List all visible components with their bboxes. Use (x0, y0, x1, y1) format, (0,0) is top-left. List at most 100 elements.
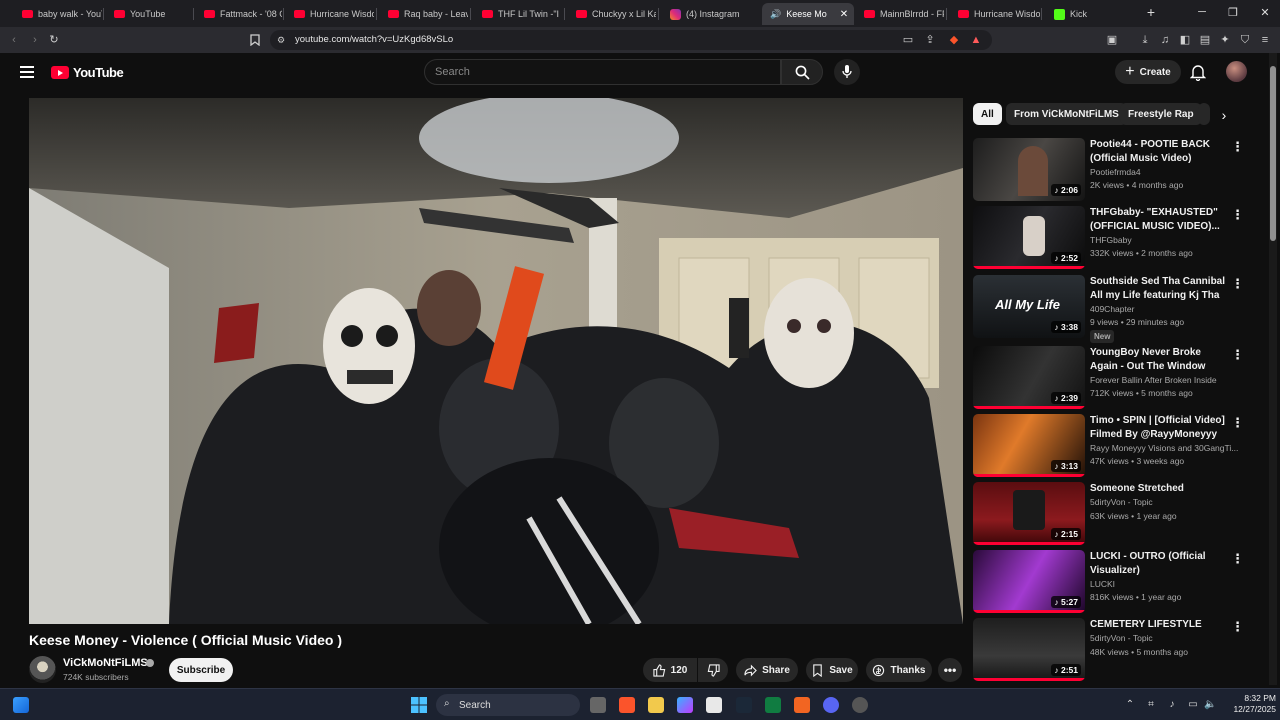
video-thumbnail[interactable]: ♪ 5:27 (973, 550, 1085, 613)
new-tab-button[interactable]: + (1144, 4, 1158, 20)
share-page-icon[interactable]: ⇪ (924, 34, 936, 46)
bookmark-icon[interactable] (249, 34, 261, 47)
chip-partial[interactable] (1198, 103, 1210, 125)
share-button[interactable]: Share (736, 658, 798, 682)
panel-icon[interactable]: ◧ (1179, 34, 1191, 46)
recommended-video[interactable]: ♪ 5:27 LUCKI - OUTRO (Official Visualize… (973, 550, 1253, 614)
microsoft-store-icon[interactable] (706, 697, 722, 713)
recommended-channel[interactable]: 5dirtyVon - Topic (1090, 633, 1242, 643)
browser-tab[interactable]: Kick (1046, 3, 1136, 25)
notifications-bell-icon[interactable] (1189, 63, 1207, 82)
recommended-title[interactable]: LUCKI - OUTRO (Official Visualizer) (1090, 550, 1230, 577)
browser-tab[interactable]: MainnBlrrdd - FF (856, 3, 944, 25)
microphone-tray-icon[interactable]: ♪ (1166, 699, 1178, 711)
video-thumbnail[interactable]: ♪ 2:15 (973, 482, 1085, 545)
music-icon[interactable]: ♫ (1159, 34, 1171, 46)
recommended-title[interactable]: Southside Sed Tha Cannibal All my Life f… (1090, 275, 1230, 302)
recommended-title[interactable]: Pootie44 - POOTIE BACK (Official Music V… (1090, 138, 1230, 165)
recommended-channel[interactable]: 5dirtyVon - Topic (1090, 497, 1242, 507)
dislike-button[interactable] (698, 658, 728, 682)
recommended-video[interactable]: ♪ 2:15 Someone Stretched 5dirtyVon - Top… (973, 482, 1253, 546)
recommended-video[interactable]: ♪ 2:39 YoungBoy Never Broke Again - Out … (973, 346, 1253, 410)
more-vertical-icon[interactable]: ⋮ (1231, 348, 1244, 361)
settings-gear-icon[interactable] (852, 697, 868, 713)
browser-tab-active[interactable]: 🔊 Keese Mo ✕ (762, 3, 854, 25)
recommended-video[interactable]: All My Life ♪ 3:38 Southside Sed Tha Can… (973, 275, 1253, 343)
scrollbar-thumb[interactable] (1270, 66, 1276, 241)
file-explorer-icon[interactable] (648, 697, 664, 713)
subscribe-button[interactable]: Subscribe (169, 658, 233, 682)
tray-overflow-icon[interactable]: ⌃ (1124, 699, 1136, 711)
thanks-button[interactable]: Thanks (866, 658, 932, 682)
browser-tab[interactable]: Hurricane Wisdo (950, 3, 1040, 25)
create-button[interactable]: + Create (1115, 60, 1181, 84)
browser-tab[interactable]: (4) Instagram (662, 3, 752, 25)
menu-icon[interactable]: ≡ (1259, 34, 1271, 46)
recommended-title[interactable]: Someone Stretched (1090, 482, 1230, 496)
recommended-channel[interactable]: Pootiefrmda4 (1090, 167, 1242, 177)
chevron-right-icon[interactable]: › (1215, 106, 1233, 124)
video-thumbnail[interactable]: ♪ 2:39 (973, 346, 1085, 409)
system-clock[interactable]: 8:32 PM 12/27/2025 (1222, 693, 1276, 715)
search-button[interactable] (781, 59, 823, 85)
more-vertical-icon[interactable]: ⋮ (1231, 277, 1244, 290)
recommended-channel[interactable]: Forever Ballin After Broken Inside (1090, 375, 1242, 385)
voice-search-button[interactable] (834, 59, 860, 85)
recommended-title[interactable]: YoungBoy Never Broke Again - Out The Win… (1090, 346, 1230, 373)
minimize-icon[interactable]: ─ (1195, 6, 1209, 18)
search-input[interactable] (425, 60, 780, 84)
more-vertical-icon[interactable]: ⋮ (1231, 416, 1244, 429)
volume-icon[interactable]: 🔈 (1204, 699, 1216, 711)
recommended-title[interactable]: THFGbaby- "EXHAUSTED" (OFFICIAL MUSIC VI… (1090, 206, 1230, 233)
app-icon[interactable] (794, 697, 810, 713)
browser-tab[interactable]: Fattmack - '08 Gi (196, 3, 282, 25)
recommended-video[interactable]: ♪ 2:51 CEMETERY LIFESTYLE 5dirtyVon - To… (973, 618, 1253, 682)
rewards-icon[interactable]: ▲ (970, 34, 982, 46)
recommended-title[interactable]: CEMETERY LIFESTYLE (1090, 618, 1230, 632)
video-thumbnail[interactable]: All My Life ♪ 3:38 (973, 275, 1085, 338)
recommended-channel[interactable]: 409Chapter (1090, 304, 1242, 314)
chip-all[interactable]: All (973, 103, 1002, 125)
youtube-logo[interactable]: YouTube (51, 65, 124, 80)
account-avatar[interactable] (1226, 61, 1247, 82)
wallet-icon[interactable]: ▤ (1199, 34, 1211, 46)
more-actions-button[interactable]: ••• (938, 658, 962, 682)
channel-name[interactable]: ViCkMoNtFiLMS (63, 657, 148, 669)
chip-freestyle-rap[interactable]: Freestyle Rap (1120, 103, 1202, 125)
speaker-icon[interactable]: 🔊 (770, 9, 781, 20)
discord-icon[interactable] (823, 697, 839, 713)
excel-icon[interactable] (765, 697, 781, 713)
browser-tab[interactable]: YouTube (106, 3, 192, 25)
video-thumbnail[interactable]: ♪ 3:13 (973, 414, 1085, 477)
recommended-video[interactable]: ♪ 3:13 Timo • SPIN | [Official Video] Fi… (973, 414, 1253, 478)
leo-ai-icon[interactable]: ✦ (1219, 34, 1231, 46)
hamburger-menu-icon[interactable] (20, 66, 34, 78)
browser-tab[interactable]: Hurricane Wisdo (286, 3, 374, 25)
taskbar-search[interactable]: ⌕ Search (436, 694, 580, 716)
channel-avatar[interactable] (29, 656, 56, 683)
maximize-icon[interactable]: ❐ (1226, 6, 1240, 19)
forward-icon[interactable]: › (29, 34, 41, 46)
windows-start-icon[interactable] (411, 697, 427, 713)
brave-shields-icon[interactable]: ◆ (948, 34, 960, 46)
save-button[interactable]: Save (806, 658, 858, 682)
video-thumbnail[interactable]: ♪ 2:52 (973, 206, 1085, 269)
video-thumbnail[interactable]: ♪ 2:06 (973, 138, 1085, 201)
browser-tab[interactable]: Raq baby - Leave (380, 3, 468, 25)
recommended-video[interactable]: ♪ 2:52 THFGbaby- "EXHAUSTED" (OFFICIAL M… (973, 206, 1253, 270)
widgets-icon[interactable] (13, 697, 29, 713)
chip-from-channel[interactable]: From ViCkMoNtFiLMS (1006, 103, 1127, 125)
copilot-icon[interactable] (677, 697, 693, 713)
more-vertical-icon[interactable]: ⋮ (1231, 208, 1244, 221)
browser-tab[interactable]: Chuckyy x Lil Kan (568, 3, 656, 25)
sidebar-icon[interactable]: ▣ (1106, 34, 1118, 46)
download-icon[interactable]: ⤓ (1139, 34, 1151, 46)
close-tab-icon[interactable]: ✕ (840, 9, 848, 20)
close-window-icon[interactable]: ✕ (1258, 6, 1272, 19)
address-bar[interactable]: ⚙ youtube.com/watch?v=UzKgd68vSLo ▭ ⇪ ◆ … (270, 30, 992, 50)
browser-tab[interactable]: baby walk - YouT (14, 3, 102, 25)
steam-icon[interactable] (736, 697, 752, 713)
like-button[interactable]: 120 (643, 658, 697, 682)
browser-tab[interactable]: THF Lil Twin -"I K (474, 3, 562, 25)
site-info-icon[interactable]: ⚙ (275, 34, 287, 46)
